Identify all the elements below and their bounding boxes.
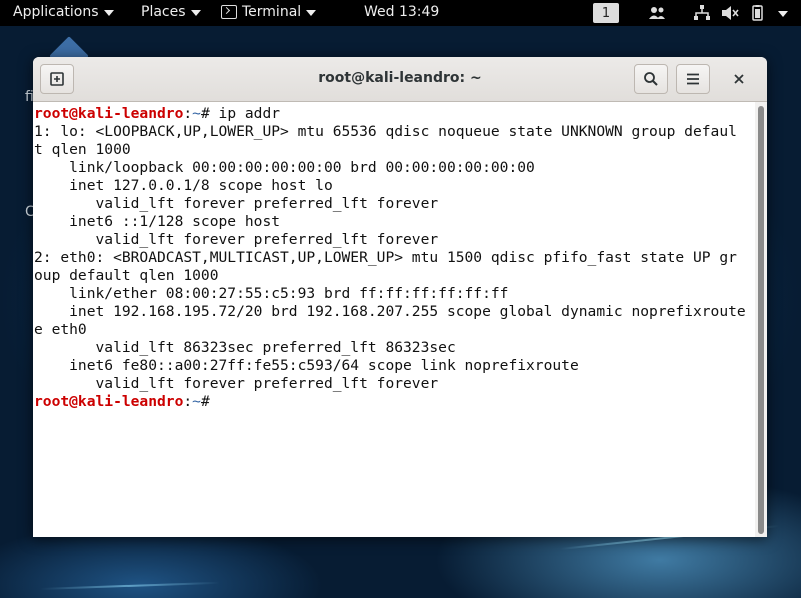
close-button[interactable] [729, 69, 749, 89]
terminal-output-line: e eth0 [34, 321, 87, 338]
terminal-icon [221, 5, 237, 19]
terminal-output[interactable]: root@kali-leandro:~# ip addr 1: lo: <LOOP… [33, 102, 755, 537]
terminal-app-menu[interactable]: Terminal [221, 4, 317, 20]
wallpaper-streak [39, 581, 220, 590]
applications-label: Applications [13, 4, 99, 20]
system-menu-arrow-icon[interactable] [778, 11, 788, 17]
terminal-output-line: 2: eth0: <BROADCAST,MULTICAST,UP,LOWER_U… [34, 249, 737, 266]
terminal-app-label: Terminal [242, 4, 302, 20]
search-icon [644, 72, 658, 86]
terminal-output-line: inet6 fe80::a00:27ff:fe55:c593/64 scope … [34, 357, 579, 374]
clock-text: Wed 13:49 [364, 4, 440, 20]
terminal-output-line: t qlen 1000 [34, 141, 131, 158]
prompt-path: ~ [192, 105, 201, 122]
menu-button[interactable] [676, 64, 710, 94]
prompt-separator: : [183, 105, 193, 122]
hamburger-menu-icon [687, 73, 699, 85]
terminal-output-line: valid_lft forever preferred_lft forever [34, 231, 439, 248]
terminal-prompt-line: root@kali-leandro:~# ip addr [34, 105, 755, 123]
terminal-output-line: inet6 ::1/128 scope host [34, 213, 281, 230]
scrollbar-thumb[interactable] [758, 106, 764, 534]
terminal-output-line: 1: lo: <LOOPBACK,UP,LOWER_UP> mtu 65536 … [34, 123, 737, 140]
terminal-output-line: valid_lft 86323sec preferred_lft 86323se… [34, 339, 456, 356]
clock[interactable]: Wed 13:49 [364, 4, 439, 20]
chevron-down-icon [190, 9, 201, 16]
top-panel: Applications Places Terminal Wed 13:49 1 [0, 0, 801, 26]
terminal-output-line: inet 192.168.195.72/20 brd 192.168.207.2… [34, 303, 746, 320]
prompt-user: root@kali-leandro [34, 393, 184, 410]
terminal-output-line: inet 127.0.0.1/8 scope host lo [34, 177, 333, 194]
battery-icon[interactable] [749, 5, 767, 21]
chevron-down-icon [103, 9, 114, 16]
terminal-output-line: valid_lft forever preferred_lft forever [34, 195, 439, 212]
prompt-user: root@kali-leandro [34, 105, 184, 122]
close-icon [734, 74, 744, 84]
terminal-output-line: link/loopback 00:00:00:00:00:00 brd 00:0… [34, 159, 535, 176]
chevron-down-icon [306, 9, 317, 16]
prompt-command: # [200, 393, 210, 410]
scrollbar[interactable] [755, 102, 767, 537]
people-icon[interactable] [648, 5, 666, 21]
prompt-path: ~ [192, 393, 201, 410]
terminal-window[interactable]: root@kali-leandro: ~ root@kali-leandro:~… [33, 57, 767, 537]
terminal-output-line: oup default qlen 1000 [34, 267, 219, 284]
workspace-indicator[interactable]: 1 [593, 3, 619, 23]
window-headerbar[interactable]: root@kali-leandro: ~ [33, 57, 767, 102]
search-button[interactable] [634, 64, 668, 94]
prompt-command: # ip addr [200, 105, 281, 122]
workspace-number: 1 [601, 5, 611, 21]
volume-muted-icon[interactable] [721, 5, 739, 21]
prompt-separator: : [183, 393, 193, 410]
places-label: Places [141, 4, 186, 20]
terminal-output-line: link/ether 08:00:27:55:c5:93 brd ff:ff:f… [34, 285, 509, 302]
terminal-output-line: valid_lft forever preferred_lft forever [34, 375, 439, 392]
network-icon[interactable] [693, 5, 711, 21]
terminal-prompt-line: root@kali-leandro:~# [34, 393, 755, 411]
places-menu[interactable]: Places [141, 4, 201, 20]
applications-menu[interactable]: Applications [13, 4, 114, 20]
